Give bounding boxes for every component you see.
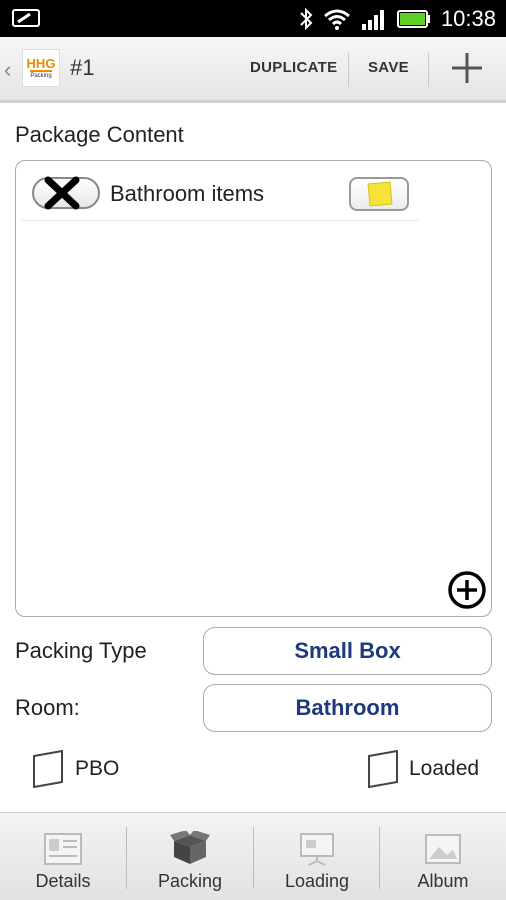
tab-details[interactable]: Details: [0, 813, 126, 900]
tab-album[interactable]: Album: [380, 813, 506, 900]
room-label: Room:: [15, 695, 80, 720]
package-content-heading: Package Content: [15, 122, 184, 147]
duplicate-button[interactable]: DUPLICATE: [250, 59, 337, 76]
bluetooth-icon: [300, 7, 313, 30]
save-button[interactable]: SAVE: [368, 59, 409, 76]
tab-label: Loading: [284, 871, 350, 891]
wifi-icon: [323, 9, 350, 30]
package-content-list: Bathroom items: [15, 160, 492, 617]
bottom-tab-bar: Details Packing Loading Album: [0, 812, 506, 900]
presentation-icon: [300, 833, 334, 866]
back-chevron-icon[interactable]: ‹: [4, 57, 11, 83]
details-icon: [44, 833, 82, 865]
tab-label: Packing: [157, 871, 223, 891]
tab-label: Details: [35, 871, 91, 891]
room-select[interactable]: Bathroom: [203, 684, 492, 732]
app-logo[interactable]: HHG Packing: [22, 49, 60, 87]
sticky-note-icon: [367, 181, 393, 207]
packing-type-select[interactable]: Small Box: [203, 627, 492, 675]
list-item[interactable]: Bathroom items: [22, 173, 418, 221]
logo-text-hhg: HHG: [26, 55, 56, 71]
item-label: Bathroom items: [110, 181, 265, 206]
item-remove-toggle[interactable]: [32, 176, 100, 210]
image-icon: [425, 834, 461, 864]
page-title: #1: [70, 55, 95, 80]
tab-label: Album: [417, 871, 469, 891]
loaded-label: Loaded: [409, 757, 480, 780]
notification-icon: [12, 9, 40, 27]
pbo-checkbox[interactable]: [31, 750, 65, 788]
clock: 10:38: [440, 5, 496, 31]
circle-plus-icon[interactable]: [447, 570, 487, 610]
action-bar: ‹ HHG Packing #1 DUPLICATE SAVE: [0, 37, 506, 103]
box-icon: [170, 831, 210, 864]
action-divider: [348, 53, 349, 87]
signal-icon: [361, 9, 384, 30]
x-mark-icon: [44, 176, 80, 210]
tab-packing[interactable]: Packing: [127, 813, 253, 900]
loaded-checkbox[interactable]: [366, 750, 400, 788]
pbo-label: PBO: [75, 757, 120, 780]
packing-type-label: Packing Type: [15, 638, 147, 663]
logo-text-packing: Packing: [30, 69, 52, 80]
battery-icon: [396, 9, 430, 28]
plus-icon[interactable]: [450, 51, 484, 85]
status-bar: 10:38: [0, 0, 506, 37]
action-divider: [428, 53, 429, 87]
item-note-button[interactable]: [349, 177, 409, 211]
tab-loading[interactable]: Loading: [254, 813, 380, 900]
